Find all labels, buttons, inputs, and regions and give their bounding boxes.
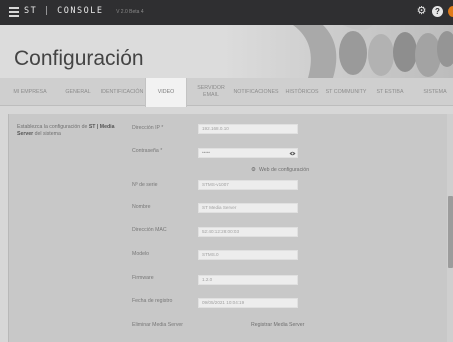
top-bar: ST | CONSOLE V 2.0 Beta 4 ⚙ ?: [0, 0, 453, 25]
name-label: Nombre: [132, 204, 151, 210]
tab-identificacion[interactable]: IDENTIFICACIÓN: [100, 78, 144, 106]
tab-st-community[interactable]: ST COMMUNITY: [323, 78, 369, 106]
brand-name: CONSOLE: [57, 6, 104, 16]
tab-servidor-email[interactable]: SERVIDOR EMAIL: [194, 78, 228, 106]
mac-label: Dirección MAC: [132, 227, 167, 233]
panel-description: Establezca la configuración de ST | Medi…: [17, 124, 117, 138]
tab-historicos[interactable]: HISTÓRICOS: [283, 78, 321, 106]
firmware-field[interactable]: 1.2.0: [198, 275, 298, 285]
tab-mi-empresa[interactable]: MI EMPRESA: [8, 78, 52, 106]
header-hands-illustration: [223, 25, 453, 78]
tab-video[interactable]: VIDEO: [145, 78, 187, 107]
brand-separator: |: [43, 6, 51, 16]
serial-label: Nº de serie: [132, 182, 158, 188]
app-brand: ST | CONSOLE V 2.0 Beta 4: [24, 6, 144, 16]
password-label: Contraseña *: [132, 148, 163, 154]
register-media-server-link[interactable]: Registrar Media Server: [251, 322, 304, 328]
description-text: Establezca la configuración de: [17, 124, 89, 130]
gear-icon[interactable]: ⚙: [416, 6, 427, 17]
ip-field[interactable]: 192.168.0.10: [198, 124, 298, 134]
password-field[interactable]: •••••: [198, 148, 298, 158]
settings-tabs: MI EMPRESA GENERAL IDENTIFICACIÓN VIDEO …: [0, 78, 453, 107]
description-suffix: del sistema: [33, 131, 61, 137]
unregister-label: Eliminar Media Server: [132, 322, 184, 328]
show-password-icon[interactable]: [289, 151, 296, 156]
tab-sistema[interactable]: SISTEMA: [418, 78, 452, 106]
firmware-label: Firmware: [132, 275, 154, 281]
tab-st-estiba[interactable]: ST ESTIBA: [373, 78, 407, 106]
scrollbar-thumb[interactable]: [448, 196, 453, 268]
ip-label: Dirección IP *: [132, 125, 164, 131]
registration-date-field[interactable]: 09/05/2021 10:04:19: [198, 298, 298, 308]
tab-general[interactable]: GENERAL: [60, 78, 96, 106]
menu-icon[interactable]: [9, 7, 19, 17]
tab-notificaciones[interactable]: NOTIFICACIONES: [232, 78, 280, 106]
user-avatar[interactable]: [448, 6, 453, 17]
name-field[interactable]: ST Media Server: [198, 203, 298, 213]
settings-gear-icon: ⚙: [251, 167, 256, 173]
page-title: Configuración: [14, 47, 144, 70]
registration-date-label: Fecha de registro: [132, 298, 173, 304]
brand-version: V 2.0 Beta 4: [116, 9, 144, 15]
help-icon[interactable]: ?: [432, 6, 443, 17]
brand-prefix: ST: [24, 6, 38, 16]
model-label: Modelo: [132, 251, 150, 257]
mac-field[interactable]: 52:40:12:28:00:03: [198, 227, 298, 237]
model-field[interactable]: STMS.0: [198, 250, 298, 260]
web-config-link[interactable]: Web de configuración: [259, 167, 309, 173]
serial-field[interactable]: STMS-v1007: [198, 180, 298, 190]
